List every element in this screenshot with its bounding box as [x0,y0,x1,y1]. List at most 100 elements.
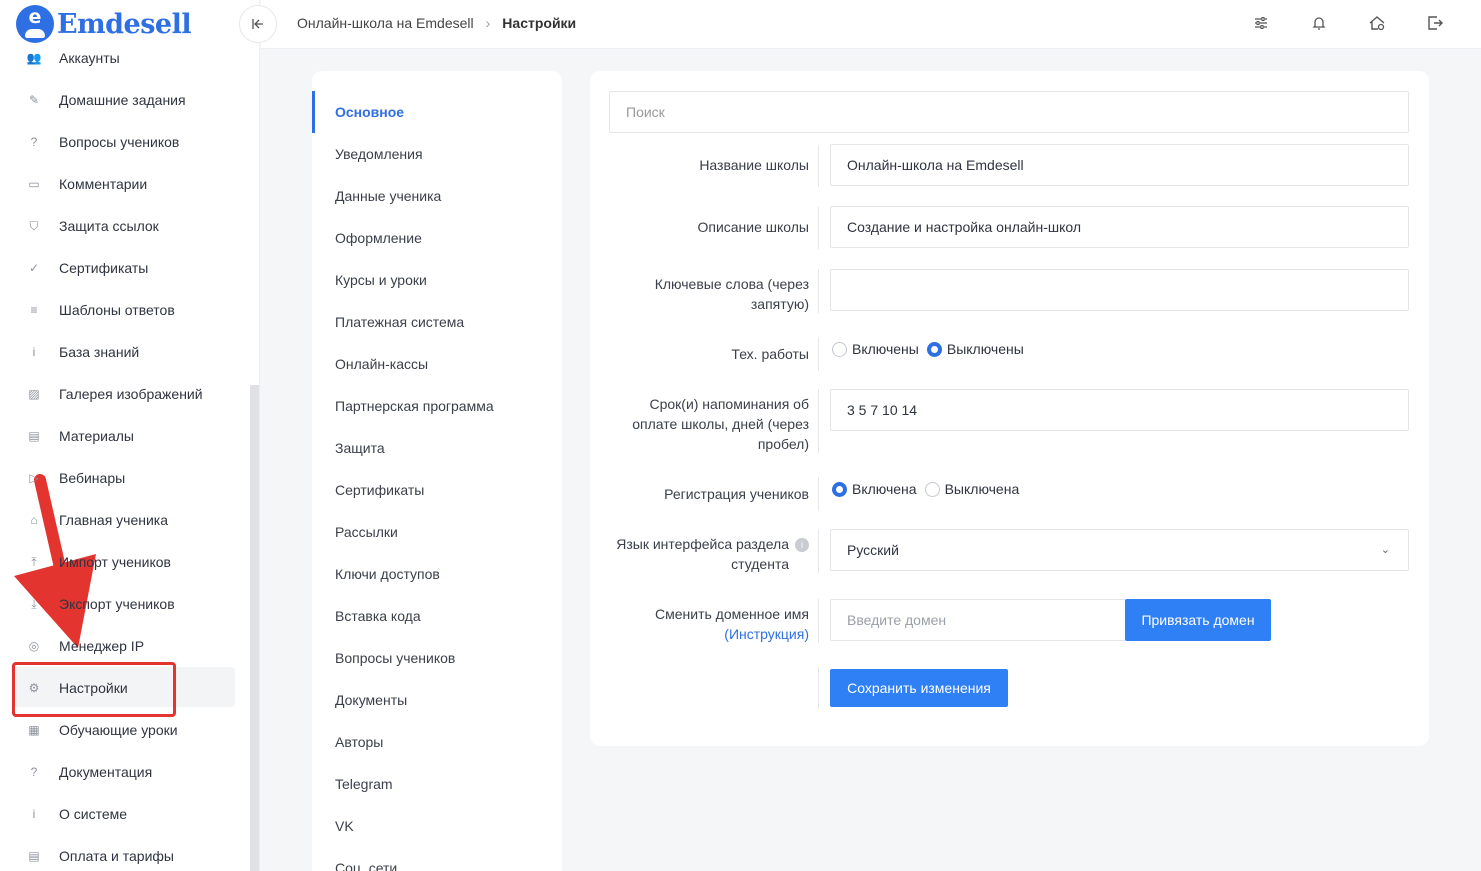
settings-nav-item[interactable]: Платежная система [312,301,562,343]
settings-nav-item[interactable]: Соц. сети [312,847,562,871]
keywords-input[interactable] [830,269,1409,311]
language-select[interactable]: Русский ⌄ [830,529,1409,571]
sidebar-item-label: Шаблоны ответов [59,302,175,318]
info-box-icon: i [32,807,36,821]
logout-icon[interactable] [1425,13,1445,33]
sidebar-item[interactable]: ▭ Комментарии [0,163,250,205]
registration-on-radio[interactable]: Включена [832,481,917,497]
sidebar: e Emdesell 👥 Аккаунты ✎ Домашние задания? Во… [0,0,260,871]
settings-nav-item[interactable]: Сертификаты [312,469,562,511]
gear-icon: ⚙ [28,681,40,695]
collapse-sidebar-button[interactable] [239,5,277,43]
domain-label: Сменить доменное имя (Инструкция) [655,606,809,644]
breadcrumb-school[interactable]: Онлайн-школа на Emdesell [297,15,474,31]
check-circle-icon: ✓ [28,261,40,275]
maintenance-off-radio[interactable]: Выключены [926,341,1024,357]
sidebar-item[interactable]: ◎ Менеджер IP [0,625,250,667]
sidebar-item-label: Импорт учеников [59,554,171,570]
sidebar-item[interactable]: ▤ Материалы [0,415,250,457]
sidebar-menu: 👥 Аккаунты ✎ Домашние задания? Вопросы учени… [0,37,250,871]
language-label: Язык интерфейса раздела i студента [616,534,809,574]
sidebar-item[interactable]: i О системе [0,793,250,835]
bind-domain-button[interactable]: Привязать домен [1125,599,1271,641]
sidebar-item[interactable]: ⚙ Настройки [0,667,250,709]
sidebar-item[interactable]: ⌂ Главная ученика [0,499,250,541]
reminder-days-input[interactable]: 3 5 7 10 14 [830,389,1409,431]
sidebar-item-label: Галерея изображений [59,386,203,402]
reminder-label: Срок(и) напоминания об оплате школы, дне… [632,396,809,452]
home-settings-icon[interactable] [1367,13,1387,33]
settings-nav-item[interactable]: Вопросы учеников [312,637,562,679]
settings-nav-item[interactable]: Данные ученика [312,175,562,217]
save-changes-button[interactable]: Сохранить изменения [830,669,1008,707]
users-icon: 👥 [26,51,42,65]
school-description-label: Описание школы [697,219,809,235]
settings-nav-item[interactable]: VK [312,805,562,847]
sidebar-item[interactable]: ✓ Сертификаты [0,247,250,289]
maintenance-label: Тех. работы [731,346,809,362]
sidebar-item[interactable]: ✎ Домашние задания [0,79,250,121]
registration-label: Регистрация учеников [664,486,809,502]
instruction-link[interactable]: (Инструкция) [655,624,809,644]
domain-input[interactable]: Введите домен [830,599,1126,641]
sidebar-item[interactable]: ▷ Вебинары [0,457,250,499]
settings-nav-item[interactable]: Защита [312,427,562,469]
sidebar-scrollbar[interactable] [250,385,259,871]
sidebar-item[interactable]: 👥 Аккаунты [0,37,250,79]
school-name-label: Название школы [699,157,809,173]
top-bar: Онлайн-школа на Emdesell › Настройки [239,0,1481,49]
settings-nav-item[interactable]: Уведомления [312,133,562,175]
shield-icon: ⛉ [29,218,39,233]
sidebar-item[interactable]: ▤ Оплата и тарифы [0,835,250,871]
maintenance-on-radio[interactable]: Включены [832,341,919,357]
settings-nav-item[interactable]: Онлайн-кассы [312,343,562,385]
collapse-arrow-icon [252,19,263,29]
info-icon[interactable]: i [795,538,809,553]
upload-icon: ⤒ [31,554,37,569]
sliders-icon[interactable] [1251,13,1271,33]
bell-icon[interactable] [1309,13,1329,33]
settings-nav-item[interactable]: Оформление [312,217,562,259]
chevron-down-icon: ⌄ [1380,544,1390,556]
sidebar-item[interactable]: ▨ Галерея изображений [0,373,250,415]
sidebar-item-label: Домашние задания [59,92,186,108]
target-icon: ◎ [28,639,40,653]
sidebar-item[interactable]: ⤒ Импорт учеников [0,541,250,583]
settings-nav-item[interactable]: Основное [312,91,562,133]
sidebar-item[interactable]: ▦ Обучающие уроки [0,709,250,751]
settings-nav-item[interactable]: Документы [312,679,562,721]
search-input[interactable]: Поиск [609,91,1409,133]
settings-nav: Основное Уведомления Данные ученика Оформле… [312,71,562,871]
sidebar-item-label: Документация [59,764,153,780]
logo-text: Emdesell [57,8,192,40]
breadcrumb: Онлайн-школа на Emdesell › Настройки [297,15,576,31]
image-icon: ▨ [28,387,40,401]
settings-nav-item[interactable]: Рассылки [312,511,562,553]
sidebar-item[interactable]: ? Документация [0,751,250,793]
settings-nav-item[interactable]: Авторы [312,721,562,763]
settings-nav-item[interactable]: Ключи доступов [312,553,562,595]
box-icon: ▤ [28,429,40,443]
sidebar-item[interactable]: ⤓ Экспорт учеников [0,583,250,625]
settings-nav-item[interactable]: Партнерская программа [312,385,562,427]
keywords-label: Ключевые слова (через запятую) [654,276,809,312]
school-name-input[interactable]: Онлайн-школа на Emdesell [830,144,1409,186]
list-icon: ≡ [30,303,38,317]
settings-nav-item[interactable]: Курсы и уроки [312,259,562,301]
sidebar-item[interactable]: ≡ Шаблоны ответов [0,289,250,331]
sidebar-item[interactable]: ? Вопросы учеников [0,121,250,163]
registration-radio-group: Включена Выключена [832,481,1027,497]
help-box-icon: ? [30,765,38,779]
sidebar-item-label: Сертификаты [59,260,149,276]
sidebar-item[interactable]: i База знаний [0,331,250,373]
sidebar-item-label: Обучающие уроки [59,722,178,738]
settings-nav-item[interactable]: Telegram [312,763,562,805]
sidebar-item-label: Главная ученика [59,512,169,528]
school-description-input[interactable]: Создание и настройка онлайн-школ [830,206,1409,248]
play-icon: ▷ [29,471,39,485]
film-icon: ▦ [28,723,40,737]
sidebar-item[interactable]: ⛉ Защита ссылок [0,205,250,247]
sidebar-item-label: Вебинары [59,470,126,486]
settings-nav-item[interactable]: Вставка кода [312,595,562,637]
registration-off-radio[interactable]: Выключена [924,481,1019,497]
